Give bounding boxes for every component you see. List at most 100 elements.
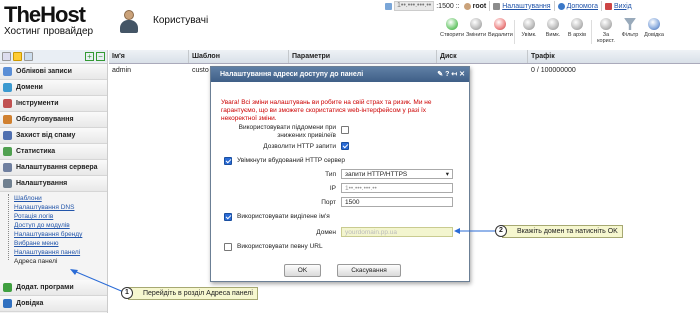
domain-field[interactable]: yourdomain.pp.ua <box>341 227 453 237</box>
col-params[interactable]: Параметри <box>289 50 437 63</box>
toolbar-label: Створити <box>440 32 465 38</box>
sidebar-section-label: Налаштування <box>16 180 68 187</box>
sidebar-subitem-link[interactable]: Налаштування бренду <box>14 231 82 238</box>
sidebar-section[interactable]: Домени <box>0 80 107 96</box>
builtin-http-checkbox[interactable] <box>224 157 232 165</box>
col-template[interactable]: Шаблон <box>189 50 289 63</box>
table-header: Ім'я Шаблон Параметри Диск Трафік <box>109 50 700 64</box>
sidebar-section[interactable]: Обслуговування <box>0 112 107 128</box>
dialog-title: Налаштування адреси доступу до панелі <box>220 71 364 78</box>
sidebar-subitem-link[interactable]: Вибране меню <box>14 240 58 247</box>
callout-1-text: Перейдіть в розділ Адреса панелі <box>143 290 253 297</box>
sidebar-subitem-current[interactable]: Адреса панелі <box>0 257 107 266</box>
section-icon <box>3 67 12 76</box>
sidebar-section[interactable]: Статистика <box>0 144 107 160</box>
section-icon <box>3 83 12 92</box>
toolbar-label: Вимк. <box>545 32 561 38</box>
toolbar-archive-button[interactable]: В архів <box>565 18 589 46</box>
settings-link[interactable]: Налаштування <box>502 3 550 10</box>
toolbar: Створити Змінити Видалити Увімк. Вимк. В архі… <box>440 18 666 46</box>
cancel-button[interactable]: Скасування <box>337 264 401 277</box>
step-2-badge: 2 <box>495 225 507 237</box>
users-icon <box>119 10 139 34</box>
header: TheHost Хостинг провайдер Користувачі 1•… <box>0 0 700 47</box>
exit-icon <box>605 2 612 10</box>
sidebar-section[interactable]: Захист від спаму <box>0 128 107 144</box>
panel-address-dialog: Налаштування адреси доступу до панелі ✎ … <box>210 66 470 282</box>
sidebar-subitem[interactable]: Вибране меню <box>0 239 107 248</box>
help-link[interactable]: Допомога <box>567 3 598 10</box>
sidebar-subitem[interactable]: Шаблони <box>0 194 107 203</box>
builtin-http-label: Увімкнути вбудований HTTP сервер <box>237 157 346 164</box>
col-traffic[interactable]: Трафік <box>528 50 700 63</box>
edit-icon <box>470 18 482 30</box>
bulb-off-icon <box>547 18 559 30</box>
toolbar-delete-button[interactable]: Видалити <box>488 18 513 46</box>
toolbar-filter-button[interactable]: Фільтр <box>618 18 642 46</box>
tree-view-icon[interactable] <box>2 52 11 61</box>
sidebar-section[interactable]: Облікові записи <box>0 64 107 80</box>
favorites-star-icon[interactable] <box>13 52 22 61</box>
toolbar-help-button[interactable]: Довідка <box>642 18 666 46</box>
toolbar-add-button[interactable]: Створити <box>440 18 464 46</box>
logo-main: TheHost <box>4 2 86 27</box>
topbar: 1••.•••.•••.•• :1500 :: root Налаштуванн… <box>385 0 700 12</box>
sidebar-section[interactable]: Додат. програми <box>0 280 107 296</box>
sidebar-subitem[interactable]: Налаштування DNS <box>0 203 107 212</box>
col-disk[interactable]: Диск <box>437 50 528 63</box>
http-requests-checkbox[interactable] <box>341 142 349 150</box>
add-icon <box>446 18 458 30</box>
current-user: root <box>472 2 487 10</box>
list-view-icon[interactable] <box>24 52 33 61</box>
sidebar-section[interactable]: Налаштування <box>0 176 107 192</box>
ok-button[interactable]: OK <box>284 264 321 277</box>
toolbar-bulb-off-button[interactable]: Вимк. <box>541 18 565 46</box>
subdomains-checkbox[interactable] <box>341 126 349 134</box>
sidebar-section[interactable]: Інструменти <box>0 96 107 112</box>
sidebar-section-label: Обслуговування <box>16 116 74 123</box>
sidebar-subitem-link[interactable]: Шаблони <box>14 195 42 202</box>
dedicated-name-checkbox[interactable] <box>224 213 232 221</box>
sidebar-subitem[interactable]: Доступ до модулів <box>0 221 107 230</box>
sidebar-subitem-link[interactable]: Доступ до модулів <box>14 222 70 229</box>
section-icon <box>3 131 12 140</box>
port-field[interactable]: 1500 <box>341 197 453 207</box>
toolbar-bulb-on-button[interactable]: Увімк. <box>517 18 541 46</box>
toolbar-label: Увімк. <box>521 32 537 38</box>
sidebar-section-label: Домени <box>16 84 43 91</box>
ip-field[interactable]: 1••.•••.•••.•• <box>341 183 453 193</box>
dialog-window-icons[interactable]: ✎ ? ↤ ✕ <box>437 70 465 78</box>
collapse-all-icon[interactable]: − <box>96 52 105 61</box>
bulb-on-icon <box>523 18 535 30</box>
sidebar-subitem-link[interactable]: Налаштування DNS <box>14 204 74 211</box>
logo-sub: Хостинг провайдер <box>4 26 94 37</box>
sidebar-subitem-link[interactable]: Налаштування панелі <box>14 249 80 256</box>
col-name[interactable]: Ім'я <box>109 50 189 63</box>
section-icon <box>3 283 12 292</box>
expand-all-icon[interactable]: + <box>85 52 94 61</box>
toolbar-edit-button[interactable]: Змінити <box>464 18 488 46</box>
sidebar-subitem[interactable]: Налаштування панелі <box>0 248 107 257</box>
custom-url-checkbox[interactable] <box>224 243 232 251</box>
cell-name: admin <box>112 67 132 74</box>
sidebar-subitem-link[interactable]: Ротація логів <box>14 213 53 220</box>
toolbar-label: Фільтр <box>621 32 639 38</box>
callout-step-2: Вкажіть домен та натисніть OK <box>502 225 623 238</box>
chevron-down-icon: ▾ <box>445 171 449 178</box>
sidebar-section[interactable]: Довідка <box>0 296 107 312</box>
sidebar-subitem[interactable]: Ротація логів <box>0 212 107 221</box>
section-icon <box>3 99 12 108</box>
type-select[interactable]: запити HTTP/HTTPS ▾ <box>341 169 453 179</box>
exit-link[interactable]: Вихід <box>614 3 632 10</box>
sidebar-section-label: Захист від спаму <box>16 132 76 139</box>
panel-address-link[interactable]: Адреса панелі <box>14 258 57 265</box>
sidebar-subitem[interactable]: Налаштування бренду <box>0 230 107 239</box>
callout-2-text: Вкажіть домен та натисніть OK <box>517 228 618 235</box>
toolbar-user-button[interactable]: За корист. <box>594 18 618 46</box>
section-icon <box>3 179 12 188</box>
sidebar-section-label: Інструменти <box>16 100 59 107</box>
cell-traffic: 0 / 100000000 <box>531 67 576 74</box>
sidebar-section[interactable]: Налаштування сервера <box>0 160 107 176</box>
warning-text: Увага! Всі зміни налаштувань ви робите н… <box>221 99 432 122</box>
toolbar-label: Довідка <box>644 32 664 38</box>
